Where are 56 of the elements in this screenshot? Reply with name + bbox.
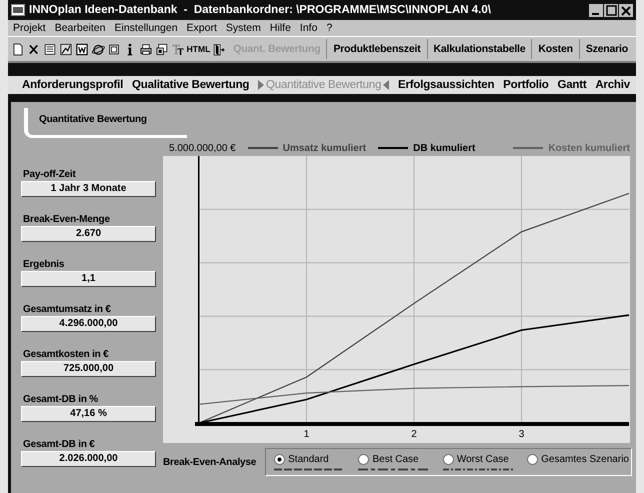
tab[interactable]: Archiv [595,79,630,91]
menu-item[interactable]: Info [300,22,318,34]
field-label: Pay-off-Zeit [23,169,77,181]
tab[interactable]: Qualitative Bewertung [132,79,250,91]
value-field: 47,16 % [21,406,156,422]
triangle-left-icon [383,80,390,90]
line-style-sample [274,468,344,471]
radio-button[interactable]: Standard [274,454,344,465]
app-icon [11,4,25,16]
tab[interactable]: Erfolgsaussichten [398,79,494,91]
tab[interactable]: Anforderungsprofil [22,79,124,91]
tab[interactable]: Gantt [557,79,586,91]
close-button[interactable] [619,4,633,16]
triangle-right-icon [258,80,264,90]
radio-icon[interactable] [442,454,454,465]
line-style-sample [442,468,513,471]
tick-label: 3 [518,429,524,440]
value-field: 1,1 [21,271,156,287]
tab[interactable]: Portfolio [503,79,549,91]
field-label: Gesamt-DB in % [23,394,99,406]
window-title: INNOplan Ideen-Datenbank - Datenbankordner: \PROGRAMME\MSC\INNOPLAN 4.0\ [29,4,492,16]
group-label: Break-Even-Analyse [163,456,256,468]
value-field: 2.026.000,00 [21,451,156,467]
legend-label: Kosten kumuliert [548,142,630,154]
radio-icon[interactable] [527,454,538,465]
field-label: Break-Even-Menge [23,214,111,226]
minimize-button[interactable] [589,4,603,16]
maximize-button[interactable] [604,4,618,16]
html-button[interactable]: HTML [186,44,212,54]
field-label: Gesamtkosten in € [23,349,110,361]
axis-label: 5.000.000,00 € [169,142,236,154]
field-label: Gesamtumsatz in € [23,304,112,316]
radio-icon[interactable] [274,454,286,465]
menu-item[interactable]: Bearbeiten [54,22,106,34]
radio-button[interactable]: Worst Case [442,454,513,465]
value-field: 4.296.000,00 [21,316,156,332]
legend-label: Umsatz kumuliert [282,142,366,154]
value-field: 2.670 [21,226,156,242]
menu-item[interactable]: Einstellungen [114,22,178,34]
field-label: Ergebnis [23,259,66,271]
value-field: 725.000,00 [21,361,156,377]
panel-heading: Quantitative Bewertung [24,108,187,138]
radio-icon[interactable] [358,454,370,465]
menu-item[interactable]: Export [186,22,217,34]
radio-button[interactable]: Best Case [358,454,428,465]
menu-item[interactable]: ? [326,22,332,34]
tick-label: 2 [411,429,417,440]
value-field: 1 Jahr 3 Monate [21,181,156,197]
line-style-sample [358,468,428,471]
radio-button[interactable]: Gesamtes Szenario [527,454,629,465]
menu-item[interactable]: Hilfe [270,22,291,34]
menu-item[interactable]: System [226,22,261,34]
tick-label: 1 [304,429,310,440]
field-label: Gesamt-DB in € [23,439,96,451]
legend-label: DB kumuliert [413,142,476,154]
menu-item[interactable]: Projekt [13,22,46,34]
